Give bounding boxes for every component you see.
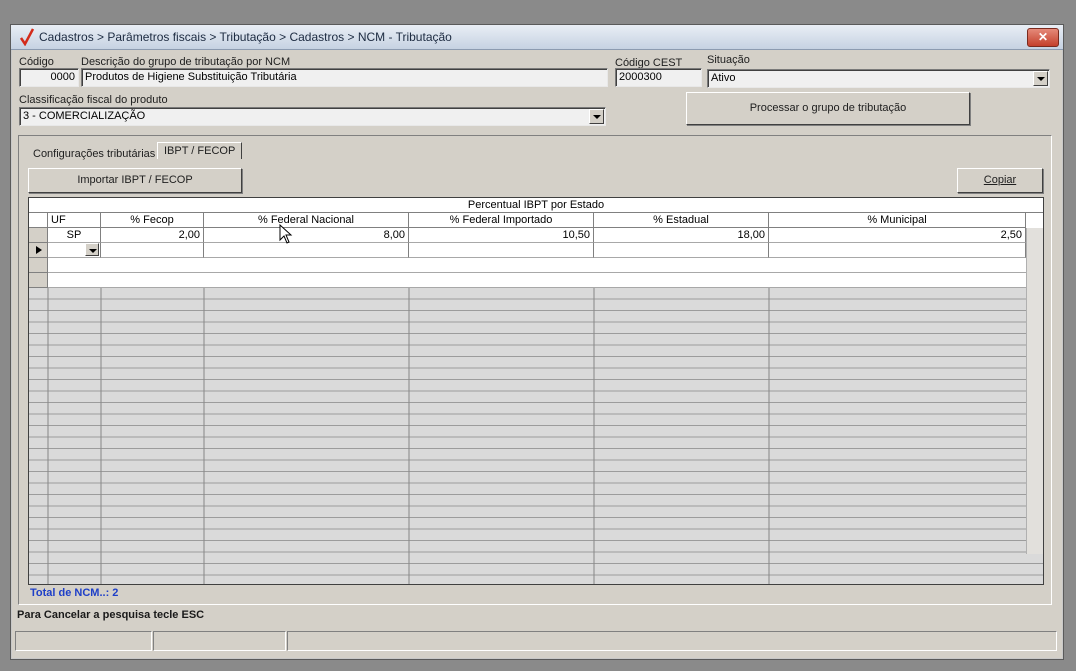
chevron-down-icon[interactable] <box>1033 71 1048 86</box>
cell-empty[interactable] <box>769 243 1026 258</box>
cell-empty[interactable] <box>409 243 594 258</box>
tab-ibpt-fecop[interactable]: IBPT / FECOP <box>157 142 243 159</box>
situacao-label: Situação <box>707 54 750 66</box>
descricao-label: Descrição do grupo de tributação por NCM <box>81 56 291 68</box>
col-header-federal-nacional[interactable]: % Federal Nacional <box>204 213 409 228</box>
codigo-label: Código <box>19 56 54 68</box>
col-header-fecop[interactable]: % Fecop <box>101 213 204 228</box>
title-bar: Cadastros > Parâmetros fiscais > Tributa… <box>11 25 1063 50</box>
cell-municipal[interactable]: 2,50 <box>769 228 1026 243</box>
cell-federal-importado[interactable]: 10,50 <box>409 228 594 243</box>
cell-empty[interactable] <box>101 243 204 258</box>
grid-caption: Percentual IBPT por Estado <box>29 198 1043 213</box>
processar-button[interactable]: Processar o grupo de tributação <box>686 92 970 125</box>
cell-estadual[interactable]: 18,00 <box>594 228 769 243</box>
cest-field[interactable]: 2000300 <box>615 68 702 87</box>
importar-button[interactable]: Importar IBPT / FECOP <box>28 168 242 193</box>
ibpt-grid[interactable]: Percentual IBPT por Estado UF % Fecop % … <box>28 197 1044 585</box>
check-logo-icon <box>20 28 34 46</box>
col-header-federal-importado[interactable]: % Federal Importado <box>409 213 594 228</box>
row-indicator <box>29 273 48 288</box>
classificacao-select[interactable]: 3 - COMERCIALIZAÇÃO <box>19 107 606 126</box>
chevron-down-icon[interactable] <box>85 243 99 256</box>
chevron-down-icon[interactable] <box>589 109 604 124</box>
classificacao-label: Classificação fiscal do produto <box>19 94 168 106</box>
descricao-field[interactable]: Produtos de Higiene Substituição Tributá… <box>81 68 608 87</box>
close-button[interactable]: ✕ <box>1027 28 1059 47</box>
empty-row <box>48 273 1026 288</box>
status-panel <box>15 631 152 651</box>
cell-federal-nacional[interactable]: 8,00 <box>204 228 409 243</box>
cell-empty[interactable] <box>204 243 409 258</box>
main-window: Cadastros > Parâmetros fiscais > Tributa… <box>10 24 1064 660</box>
total-ncm-label: Total de NCM..: 2 <box>30 587 119 599</box>
situacao-select[interactable]: Ativo <box>707 69 1050 88</box>
empty-row <box>48 258 1026 273</box>
status-text: Para Cancelar a pesquisa tecle ESC <box>17 609 205 621</box>
cell-empty[interactable] <box>594 243 769 258</box>
codigo-field[interactable]: 0000 <box>19 68 79 87</box>
mouse-cursor-icon <box>279 224 293 244</box>
copiar-button[interactable]: Copiar <box>957 168 1043 193</box>
header-corner <box>29 213 48 228</box>
status-panel <box>153 631 286 651</box>
window-title: Cadastros > Parâmetros fiscais > Tributa… <box>39 30 452 44</box>
col-header-uf[interactable]: UF <box>48 213 101 228</box>
classificacao-value: 3 - COMERCIALIZAÇÃO <box>23 110 146 122</box>
tab-configuracoes[interactable]: Configurações tributárias <box>33 148 155 160</box>
col-header-estadual[interactable]: % Estadual <box>594 213 769 228</box>
cell-fecop[interactable]: 2,00 <box>101 228 204 243</box>
col-header-municipal[interactable]: % Municipal <box>769 213 1026 228</box>
row-indicator[interactable] <box>29 228 48 243</box>
row-indicator <box>29 258 48 273</box>
situacao-value: Ativo <box>711 72 736 84</box>
current-row-indicator[interactable] <box>29 243 48 258</box>
status-panel <box>287 631 1057 651</box>
vertical-scrollbar[interactable] <box>1026 228 1043 554</box>
cell-uf-new[interactable] <box>48 243 101 258</box>
grid-dim-overlay <box>29 288 1043 584</box>
cell-uf[interactable]: SP <box>48 228 101 243</box>
